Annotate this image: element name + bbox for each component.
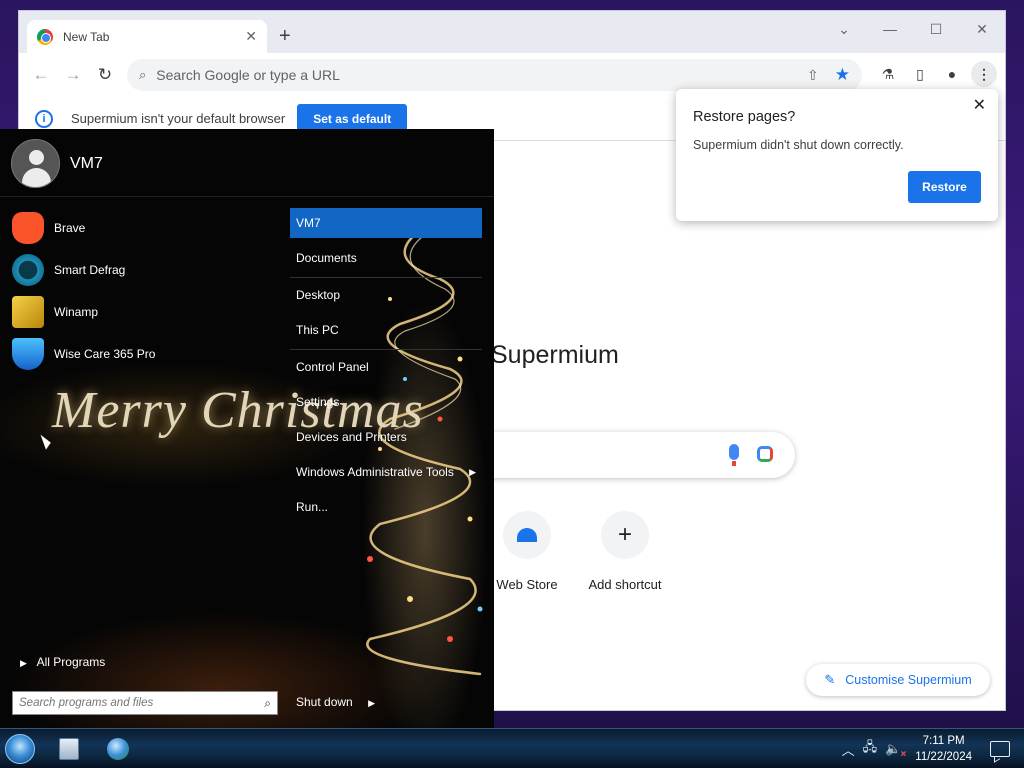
search-icon: ⌕ bbox=[139, 67, 147, 82]
all-programs-button[interactable]: ▶ All Programs bbox=[20, 655, 105, 669]
labs-icon[interactable]: ⚗ bbox=[875, 61, 901, 87]
menu-item-admin-tools[interactable]: Windows Administrative Tools ▶ bbox=[290, 457, 482, 487]
start-search-box[interactable]: ⌕ bbox=[12, 691, 278, 715]
window-controls: ⌄ — ☐ ✕ bbox=[821, 15, 1005, 43]
menu-item-this-pc[interactable]: This PC bbox=[290, 315, 482, 345]
menu-item-control-panel[interactable]: Control Panel bbox=[290, 352, 482, 382]
taskbar: ︿ 🖧 🔈 7:11 PM 11/22/2024 bbox=[0, 728, 1024, 768]
address-bar[interactable]: ⌕ Search Google or type a URL ⇧ ★ bbox=[127, 59, 862, 91]
menu-item-documents[interactable]: Documents bbox=[290, 243, 482, 273]
clock[interactable]: 7:11 PM 11/22/2024 bbox=[915, 733, 972, 765]
system-tray: ︿ 🖧 🔈 7:11 PM 11/22/2024 bbox=[842, 729, 1024, 768]
divider bbox=[290, 349, 482, 350]
notification-icon[interactable] bbox=[990, 741, 1010, 757]
dialog-title: Restore pages? bbox=[693, 109, 796, 125]
profile-icon[interactable]: ● bbox=[939, 61, 965, 87]
dialog-message: Supermium didn't shut down correctly. bbox=[693, 138, 904, 152]
infobar-message: Supermium isn't your default browser bbox=[71, 111, 286, 126]
program-wise-care[interactable]: Wise Care 365 Pro bbox=[12, 337, 155, 371]
program-brave[interactable]: Brave bbox=[12, 211, 85, 245]
restore-pages-dialog: Restore pages? ✕ Supermium didn't shut d… bbox=[676, 89, 998, 221]
menu-item-run[interactable]: Run... bbox=[290, 492, 482, 522]
taskbar-app-explorer[interactable] bbox=[49, 732, 89, 766]
tab-close-icon[interactable]: ✕ bbox=[245, 28, 257, 45]
chrome-icon bbox=[37, 28, 53, 45]
program-label: Brave bbox=[54, 221, 86, 235]
menu-item-label: Windows Administrative Tools bbox=[296, 465, 454, 479]
new-tab-button[interactable]: + bbox=[279, 25, 291, 48]
wise-care-icon bbox=[12, 338, 44, 370]
program-label: Winamp bbox=[54, 305, 99, 319]
file-explorer-icon bbox=[59, 738, 79, 760]
microphone-icon[interactable] bbox=[729, 444, 739, 466]
shortcut-add[interactable]: + Add shortcut bbox=[569, 511, 681, 592]
start-button[interactable] bbox=[5, 734, 35, 764]
webstore-icon bbox=[503, 511, 551, 559]
brave-icon bbox=[12, 212, 44, 244]
tab-strip: New Tab ✕ + ⌄ — ☐ ✕ bbox=[19, 11, 1005, 53]
plus-icon: + bbox=[601, 511, 649, 559]
bookmark-star-icon[interactable]: ★ bbox=[835, 65, 850, 85]
address-bar-placeholder[interactable]: Search Google or type a URL bbox=[156, 67, 807, 83]
all-programs-label: All Programs bbox=[36, 655, 106, 669]
share-icon[interactable]: ⇧ bbox=[807, 67, 819, 84]
browser-globe-icon bbox=[107, 738, 129, 760]
menu-item-devices-printers[interactable]: Devices and Printers bbox=[290, 422, 482, 452]
shut-down-arrow-icon[interactable]: ▶ bbox=[368, 698, 375, 708]
clock-time: 7:11 PM bbox=[922, 735, 965, 747]
ntp-logo: Supermium bbox=[491, 341, 619, 369]
menu-item-settings[interactable]: Settings bbox=[290, 387, 482, 417]
expand-arrow-icon: ▶ bbox=[20, 658, 27, 668]
close-window-button[interactable]: ✕ bbox=[959, 15, 1005, 43]
submenu-arrow-icon: ▶ bbox=[469, 466, 476, 477]
customise-button[interactable]: ✎ Customise Supermium bbox=[806, 664, 990, 696]
start-menu: VM7 Brave Smart Defrag Winamp Wise Care … bbox=[0, 129, 494, 728]
pencil-icon: ✎ bbox=[824, 672, 836, 687]
toolbar-icons: ⚗ ▯ ● ⋮ bbox=[875, 61, 997, 87]
start-menu-user: VM7 bbox=[0, 129, 494, 197]
shortcut-label: Add shortcut bbox=[588, 577, 662, 592]
lens-icon[interactable] bbox=[757, 446, 773, 462]
smart-defrag-icon bbox=[12, 254, 44, 286]
winamp-icon bbox=[12, 296, 44, 328]
program-label: Wise Care 365 Pro bbox=[54, 347, 156, 361]
avatar[interactable] bbox=[11, 139, 60, 188]
tab-title: New Tab bbox=[63, 29, 110, 44]
menu-item-vm7[interactable]: VM7 bbox=[290, 208, 482, 238]
volume-muted-icon[interactable]: 🔈 bbox=[885, 741, 906, 760]
menu-icon[interactable]: ⋮ bbox=[971, 61, 997, 87]
minimize-button[interactable]: — bbox=[867, 15, 913, 43]
tab-new-tab[interactable]: New Tab ✕ bbox=[27, 20, 267, 53]
customise-label: Customise Supermium bbox=[845, 673, 972, 687]
close-icon[interactable]: ✕ bbox=[973, 95, 986, 115]
show-hidden-icons-chevron-icon[interactable]: ︿ bbox=[842, 740, 855, 759]
program-label: Smart Defrag bbox=[54, 263, 126, 277]
shut-down-button[interactable]: Shut down ▶ bbox=[296, 695, 375, 709]
divider bbox=[290, 277, 482, 278]
tab-search-icon[interactable]: ⌄ bbox=[821, 15, 867, 43]
forward-button[interactable]: → bbox=[57, 65, 89, 85]
username: VM7 bbox=[70, 155, 103, 172]
maximize-button[interactable]: ☐ bbox=[913, 15, 959, 43]
info-icon: i bbox=[35, 109, 53, 128]
shut-down-label: Shut down bbox=[296, 695, 353, 709]
restore-button[interactable]: Restore bbox=[908, 171, 981, 203]
taskbar-app-browser[interactable] bbox=[98, 732, 138, 766]
back-button[interactable]: ← bbox=[25, 65, 57, 85]
reload-button[interactable]: ↻ bbox=[89, 65, 121, 85]
network-icon[interactable]: 🖧 bbox=[863, 738, 878, 760]
clock-date: 11/22/2024 bbox=[915, 751, 972, 763]
program-smart-defrag[interactable]: Smart Defrag bbox=[12, 253, 125, 287]
side-panel-icon[interactable]: ▯ bbox=[907, 61, 933, 87]
search-icon[interactable]: ⌕ bbox=[264, 696, 271, 711]
program-winamp[interactable]: Winamp bbox=[12, 295, 98, 329]
start-search-input[interactable] bbox=[19, 697, 265, 709]
menu-item-desktop[interactable]: Desktop bbox=[290, 280, 482, 310]
